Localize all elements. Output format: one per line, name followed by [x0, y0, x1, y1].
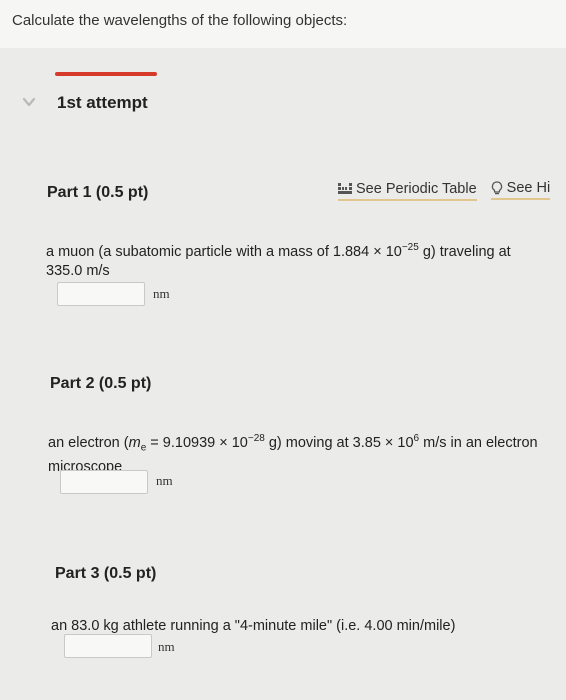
attempt-progress-bar — [55, 72, 157, 76]
part-3-title: Part 3 (0.5 pt) — [55, 565, 157, 582]
lightbulb-icon — [491, 181, 502, 195]
part-2-answer-input[interactable] — [60, 470, 148, 494]
periodic-table-label: See Periodic Table — [356, 181, 477, 197]
tools-row: See Periodic Table See Hi — [338, 180, 551, 201]
part-2-mass-symbol: m — [128, 434, 141, 451]
part-1-question-text: a muon (a subatomic particle with a mass… — [46, 243, 402, 260]
part-2-unit: nm — [156, 473, 173, 488]
part-2-question-text: an electron ( — [48, 434, 129, 451]
part-1-question-line2: 335.0 m/s — [46, 262, 110, 279]
instruction-text: Calculate the wavelengths of the followi… — [12, 12, 348, 29]
periodic-table-link[interactable]: See Periodic Table — [338, 181, 477, 201]
part-2-speed-text: g) moving at 3.85 × 10 — [264, 434, 414, 451]
part-3-answer-input[interactable] — [64, 634, 152, 658]
part-2-mass-value: = 9.10939 × 10 — [146, 434, 248, 451]
part-1-question: a muon (a subatomic particle with a mass… — [46, 238, 511, 281]
chevron-down-icon[interactable] — [22, 95, 36, 109]
part-1-unit: nm — [153, 286, 170, 301]
part-2-question-text-end: m/s in an electron — [419, 434, 538, 451]
part-3-unit: nm — [158, 639, 175, 654]
part-1-title: Part 1 (0.5 pt) — [47, 184, 149, 201]
part-2-exponent: −28 — [247, 433, 265, 444]
part-1-question-text-end: g) traveling at — [418, 243, 511, 260]
part-3-question-text: an 83.0 kg athlete running a "4-minute m… — [51, 618, 456, 634]
hint-link[interactable]: See Hi — [490, 180, 551, 200]
part-1-exponent: −25 — [401, 242, 419, 253]
part-2-title: Part 2 (0.5 pt) — [50, 375, 152, 392]
periodic-table-icon — [338, 183, 352, 194]
hint-label: See Hi — [506, 180, 551, 196]
header-bar: Calculate the wavelengths of the followi… — [0, 0, 566, 48]
part-1-answer-input[interactable] — [57, 282, 145, 306]
attempt-label[interactable]: 1st attempt — [57, 93, 148, 113]
